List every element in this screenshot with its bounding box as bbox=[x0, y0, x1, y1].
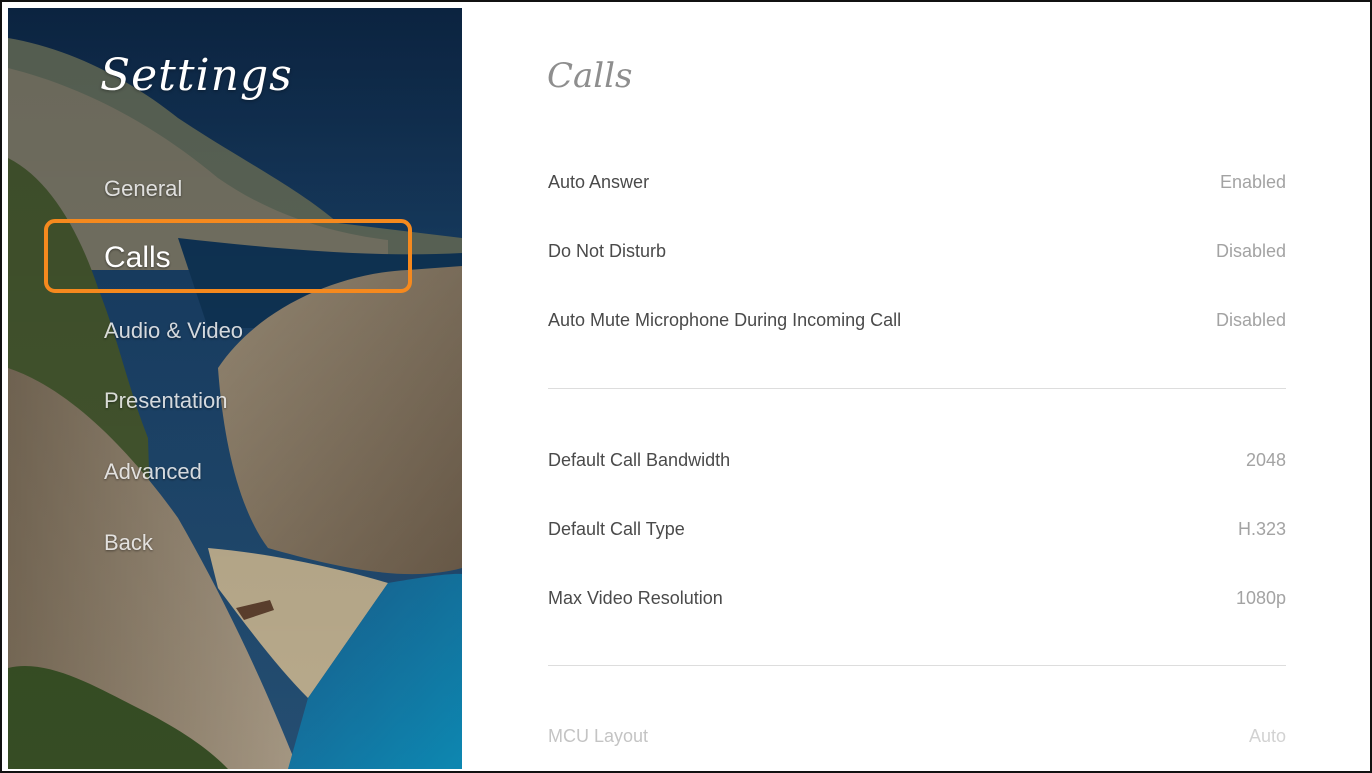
sidebar-item-back[interactable]: Back bbox=[104, 530, 153, 556]
setting-row-auto-mute-microphone[interactable]: Auto Mute Microphone During Incoming Cal… bbox=[548, 305, 1286, 335]
page-title: Calls bbox=[547, 56, 633, 96]
setting-value: 1080p bbox=[1235, 587, 1286, 608]
selection-focus-ring bbox=[44, 219, 412, 293]
sidebar-item-general[interactable]: General bbox=[104, 176, 182, 202]
settings-sidebar: Settings General Calls Audio & Video Pre… bbox=[8, 8, 462, 769]
setting-label: Auto Mute Microphone During Incoming Cal… bbox=[548, 309, 902, 330]
setting-row-mcu-layout[interactable]: MCU Layout Auto bbox=[548, 721, 1286, 751]
setting-label: Auto Answer bbox=[548, 171, 650, 192]
section-divider bbox=[548, 388, 1286, 389]
background-scenery-image bbox=[8, 8, 462, 769]
setting-label: Default Call Type bbox=[548, 518, 685, 539]
sidebar-item-calls[interactable]: Calls bbox=[104, 241, 171, 275]
setting-row-auto-answer[interactable]: Auto Answer Enabled bbox=[548, 167, 1286, 197]
sidebar-title: Settings bbox=[100, 50, 293, 101]
setting-row-do-not-disturb[interactable]: Do Not Disturb Disabled bbox=[548, 236, 1286, 266]
section-divider bbox=[548, 665, 1286, 666]
setting-label: Default Call Bandwidth bbox=[548, 449, 731, 470]
setting-label: Max Video Resolution bbox=[548, 587, 723, 608]
setting-value: H.323 bbox=[1237, 518, 1286, 539]
sidebar-item-audio-video[interactable]: Audio & Video bbox=[104, 318, 243, 344]
setting-value: 2048 bbox=[1245, 449, 1286, 470]
app-window: Settings General Calls Audio & Video Pre… bbox=[0, 0, 1372, 773]
sidebar-item-advanced[interactable]: Advanced bbox=[104, 459, 202, 485]
setting-label: MCU Layout bbox=[548, 725, 649, 746]
setting-label: Do Not Disturb bbox=[548, 240, 667, 261]
setting-row-default-call-bandwidth[interactable]: Default Call Bandwidth 2048 bbox=[548, 445, 1286, 475]
setting-value: Auto bbox=[1248, 725, 1286, 746]
setting-row-max-video-resolution[interactable]: Max Video Resolution 1080p bbox=[548, 583, 1286, 613]
sidebar-item-presentation[interactable]: Presentation bbox=[104, 388, 228, 414]
setting-value: Enabled bbox=[1219, 171, 1286, 192]
setting-value: Disabled bbox=[1215, 309, 1286, 330]
calls-settings-panel: Calls Auto Answer Enabled Do Not Disturb… bbox=[462, 8, 1368, 769]
setting-row-default-call-type[interactable]: Default Call Type H.323 bbox=[548, 514, 1286, 544]
setting-value: Disabled bbox=[1215, 240, 1286, 261]
